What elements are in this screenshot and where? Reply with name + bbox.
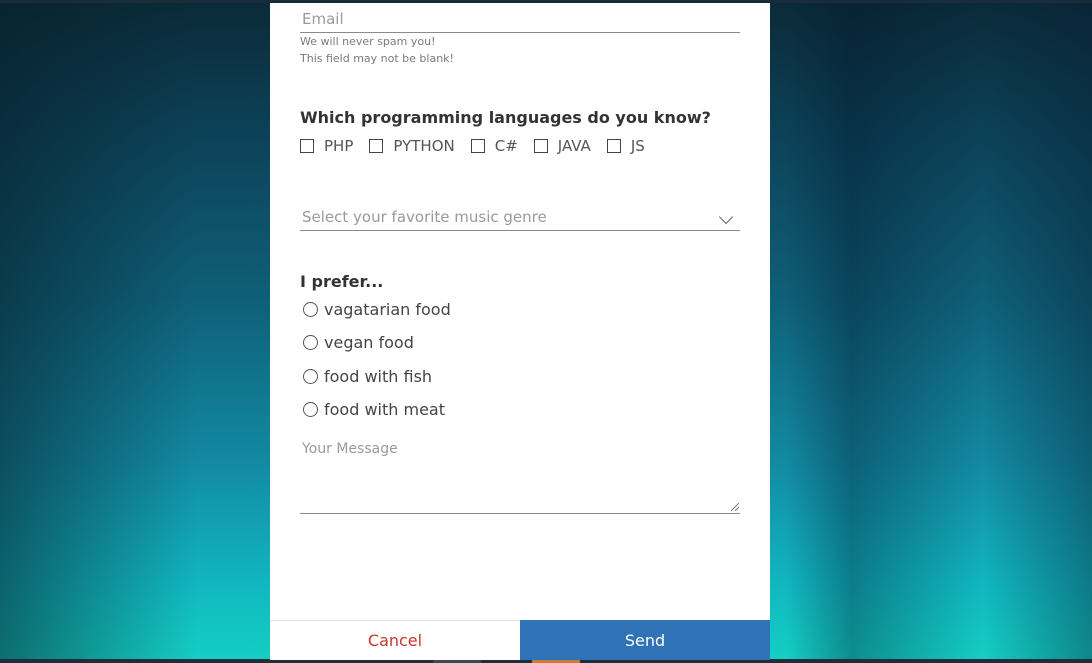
checkbox-label: C# — [494, 137, 518, 155]
message-textarea[interactable]: Your Message — [300, 435, 740, 514]
checkbox-label: JAVA — [557, 137, 591, 155]
form-dialog: Email We will never spam you! This field… — [270, 3, 770, 660]
email-hint: We will never spam you! — [300, 35, 436, 48]
checkbox-box[interactable] — [369, 139, 384, 153]
food-title: I prefer... — [300, 272, 384, 291]
radio-label: food with fish — [324, 366, 433, 386]
send-button[interactable]: Send — [520, 620, 770, 660]
radio-label: food with meat — [324, 399, 445, 419]
email-placeholder: Email — [302, 10, 344, 28]
radio-vegan[interactable]: vegan food — [303, 332, 414, 352]
radio-label: vegan food — [324, 332, 414, 352]
checkbox-label: PYTHON — [393, 137, 455, 155]
checkbox-box[interactable] — [533, 139, 548, 153]
email-underline — [300, 32, 740, 33]
checkbox-label: JS — [630, 137, 645, 155]
checkbox-box[interactable] — [300, 139, 314, 153]
radio-fish[interactable]: food with fish — [303, 366, 432, 386]
radio-meat[interactable]: food with meat — [303, 399, 445, 419]
resize-handle-icon[interactable] — [731, 503, 739, 511]
radio-label: vagatarian food — [324, 299, 451, 319]
dialog-footer: Cancel Send — [270, 620, 770, 660]
cancel-button[interactable]: Cancel — [270, 621, 520, 660]
languages-checkbox-group: PHP PYTHON C# JAVA JS — [300, 136, 661, 156]
email-error: This field may not be blank! — [300, 52, 454, 65]
genre-placeholder: Select your favorite music genre — [302, 208, 547, 226]
radio-vegetarian[interactable]: vagatarian food — [303, 299, 451, 319]
checkbox-csharp[interactable]: C# — [470, 137, 518, 155]
message-placeholder: Your Message — [302, 441, 398, 457]
checkbox-label: PHP — [324, 137, 354, 155]
checkbox-box[interactable] — [470, 139, 485, 153]
radio-button[interactable] — [303, 368, 318, 384]
languages-title: Which programming languages do you know? — [300, 108, 711, 127]
genre-underline — [300, 230, 740, 231]
checkbox-java[interactable]: JAVA — [533, 137, 591, 155]
radio-button[interactable] — [303, 301, 318, 317]
checkbox-php[interactable]: PHP — [300, 137, 353, 155]
checkbox-box[interactable] — [606, 139, 621, 153]
chevron-down-icon[interactable] — [718, 209, 734, 225]
checkbox-python[interactable]: PYTHON — [369, 137, 455, 155]
radio-button[interactable] — [303, 401, 318, 417]
checkbox-js[interactable]: JS — [606, 137, 645, 155]
radio-button[interactable] — [303, 334, 318, 350]
